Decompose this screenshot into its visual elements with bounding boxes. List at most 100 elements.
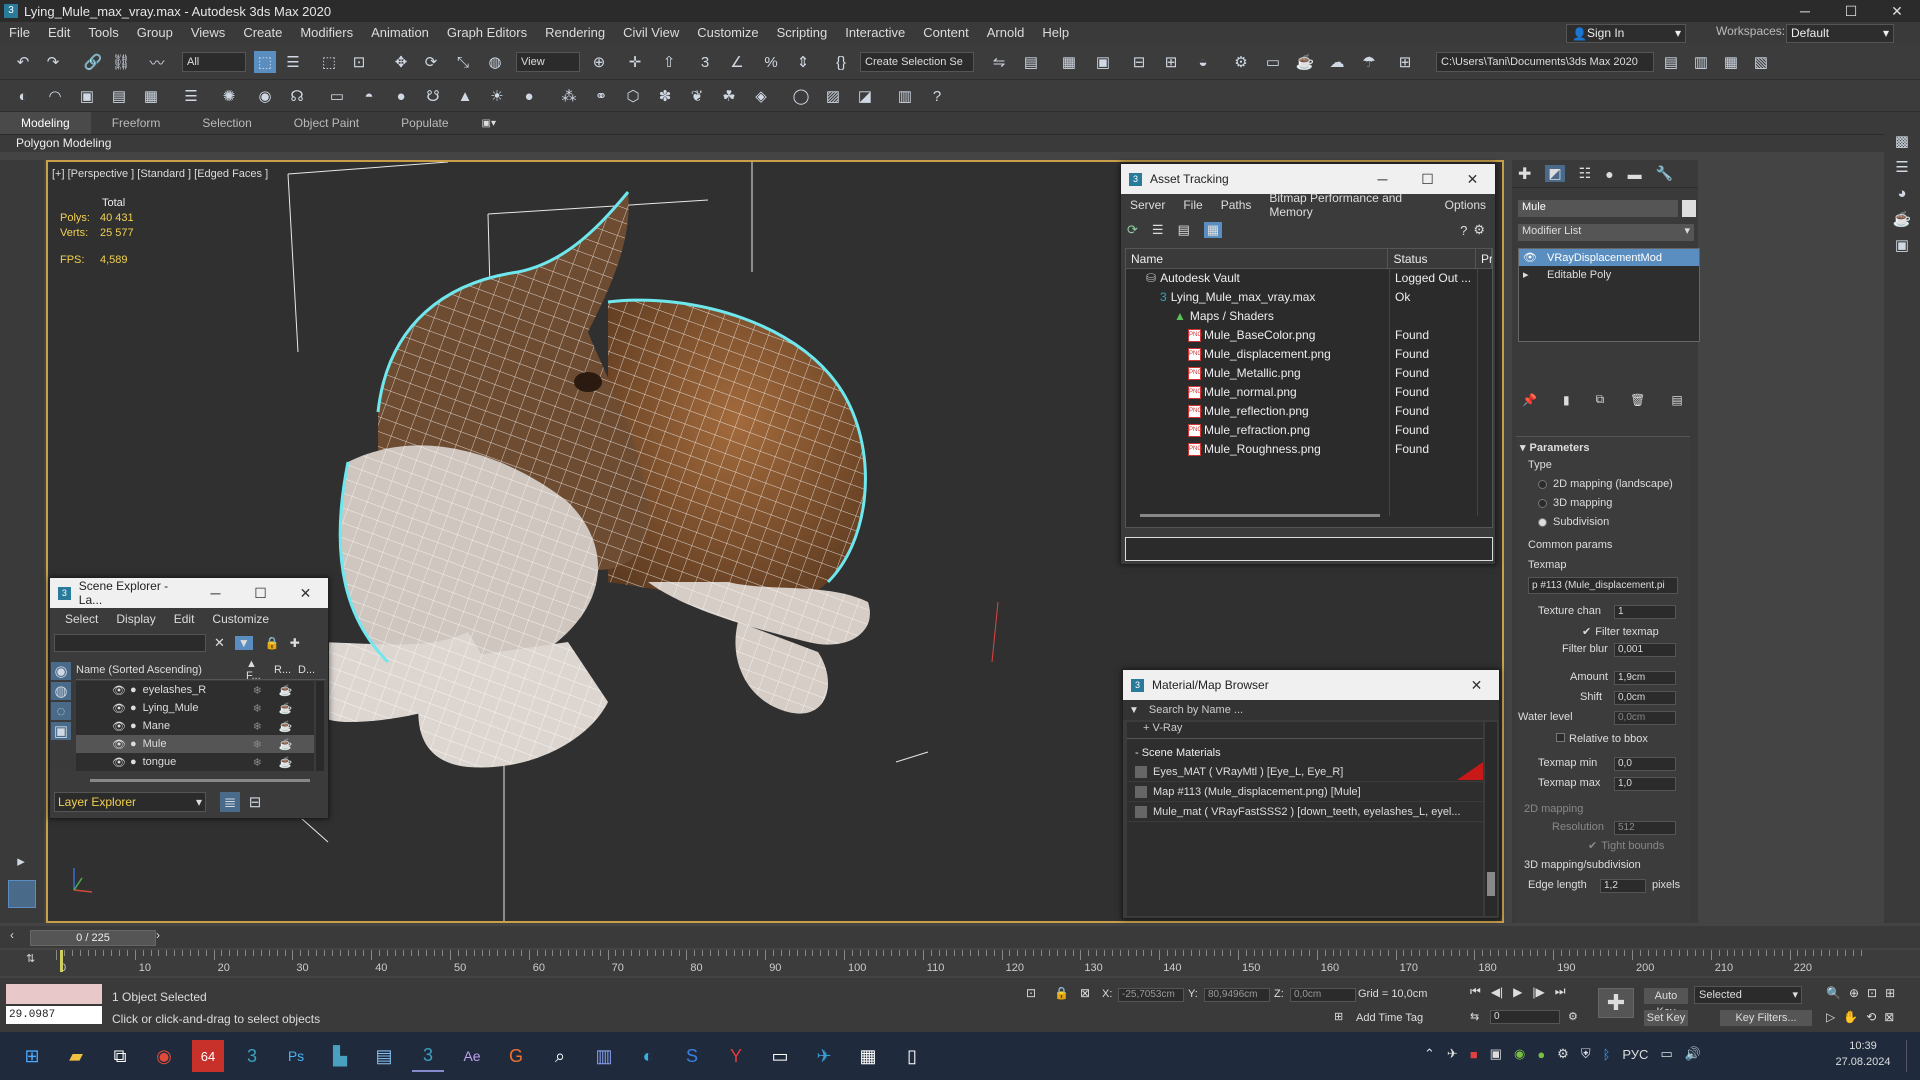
auto-key-button[interactable]: Auto Key — [1644, 988, 1688, 1018]
select-by-name-icon[interactable]: ☰ — [282, 51, 304, 73]
keyboard-shortcut-icon[interactable]: ⇧ — [658, 51, 680, 73]
modifier-stack-item[interactable]: ▸ Editable Poly — [1519, 266, 1699, 283]
freeze-icon[interactable]: ❄ — [253, 684, 279, 697]
vray-ambient-icon[interactable]: ● — [518, 85, 540, 107]
menu-interactive[interactable]: Interactive — [836, 22, 914, 44]
prev-frame-icon[interactable]: ‹ — [10, 928, 14, 942]
create-project-icon[interactable]: ▧ — [1750, 51, 1772, 73]
ribbon-tab-selection[interactable]: Selection — [181, 116, 272, 130]
visibility-eye-icon[interactable]: 👁 — [1523, 251, 1547, 264]
rendered-frame-window-icon[interactable]: ▭ — [1262, 51, 1284, 73]
render-iterative-icon[interactable]: ☁ — [1326, 51, 1348, 73]
vray-settings-icon[interactable]: ▤ — [108, 85, 130, 107]
water-level-spinner[interactable]: 0,0cm — [1614, 711, 1676, 725]
scene-materials-group[interactable]: - Scene Materials — [1127, 744, 1483, 762]
vray-lister-icon[interactable]: ☰ — [180, 85, 202, 107]
pin-stack-icon[interactable]: 📌 — [1522, 393, 1537, 407]
menu-views[interactable]: Views — [182, 22, 234, 44]
vray-proxy-icon[interactable]: ⁂ — [558, 85, 580, 107]
render-icon[interactable]: ▣ — [1891, 234, 1913, 256]
visibility-eye-icon[interactable]: 👁 — [112, 702, 126, 715]
scale-icon[interactable]: ⤡ — [452, 51, 474, 73]
menu-animation[interactable]: Animation — [362, 22, 438, 44]
render-teapot-icon[interactable]: ☕ — [279, 738, 293, 751]
chevron-down-icon[interactable]: ▼ — [1129, 705, 1139, 716]
asset-row[interactable]: PNG Mule_displacement.png Found — [1126, 345, 1492, 364]
resolution-spinner[interactable]: 512 — [1614, 821, 1676, 835]
task-view-icon[interactable]: ⧉ — [104, 1040, 136, 1072]
bluetooth-icon[interactable]: ᛒ — [1603, 1047, 1611, 1062]
next-key-icon[interactable]: |▶ — [1532, 985, 1544, 999]
utilities-tab-icon[interactable]: 🔧 — [1656, 165, 1673, 182]
filter-blur-spinner[interactable]: 0,001 — [1614, 643, 1676, 657]
modifier-stack-item[interactable]: 👁 VRayDisplacementMod — [1519, 249, 1699, 266]
close-button[interactable]: ✕ — [283, 585, 328, 602]
list-icon[interactable]: ☰ — [1152, 222, 1164, 238]
menu-file[interactable]: File — [0, 22, 39, 44]
undo-icon[interactable]: ↶ — [12, 51, 34, 73]
texture-chan-spinner[interactable]: 1 — [1614, 605, 1676, 619]
filter-texmap-checkbox[interactable]: ✔ Filter texmap — [1582, 625, 1659, 638]
menu-create[interactable]: Create — [234, 22, 291, 44]
orbit-icon[interactable]: ⟲ — [1866, 1010, 1876, 1024]
yandex-icon[interactable]: Y — [720, 1040, 752, 1072]
scene-vertical-scrollbar[interactable] — [316, 681, 324, 771]
freeze-icon[interactable]: ❄ — [253, 756, 279, 769]
clear-search-icon[interactable]: ✕ — [214, 635, 225, 651]
maximize-button[interactable]: ☐ — [1405, 171, 1450, 188]
lock-icon[interactable]: 🔒 — [265, 636, 280, 650]
close-button[interactable]: ✕ — [1874, 0, 1920, 22]
reference-coordinate-dropdown[interactable]: View — [516, 52, 580, 72]
minimize-button[interactable]: ─ — [1360, 171, 1405, 188]
key-filters-button[interactable]: Key Filters... — [1720, 1010, 1812, 1026]
menu-help[interactable]: Help — [1033, 22, 1078, 44]
scene-object-row[interactable]: 👁 ● Mule ❄ ☕ — [76, 735, 314, 753]
close-button[interactable]: ✕ — [1454, 677, 1499, 694]
vray-frame-buffer-icon[interactable]: ▣ — [76, 85, 98, 107]
maximize-button[interactable]: ☐ — [238, 585, 283, 602]
zoom-extents-all-icon[interactable]: ⊞ — [1885, 986, 1895, 1000]
checker-icon[interactable]: ▩ — [1891, 130, 1913, 152]
modify-tab-icon[interactable]: ◩ — [1545, 165, 1565, 182]
ribbon-toggle-icon[interactable]: ▣ — [1092, 51, 1114, 73]
vray-spot-icon[interactable]: ▲ — [454, 85, 476, 107]
help-icon[interactable]: ? — [1460, 223, 1467, 238]
vray-scatter-icon[interactable]: ☘ — [718, 85, 740, 107]
project-folder-icon[interactable]: ▤ — [1660, 51, 1682, 73]
show-end-result-icon[interactable]: ▮ — [1563, 393, 1570, 407]
asset-menu-0[interactable]: Server — [1121, 198, 1174, 212]
pivot-center-icon[interactable]: ⊕ — [588, 51, 610, 73]
select-manipulate-icon[interactable]: ✛ — [624, 51, 646, 73]
asset-row[interactable]: PNG Mule_reflection.png Found — [1126, 402, 1492, 421]
align-icon[interactable]: ▤ — [1020, 51, 1042, 73]
asset-row[interactable]: PNG Mule_Roughness.png Found — [1126, 440, 1492, 459]
scene-search-input[interactable] — [54, 634, 206, 652]
tray-record-icon[interactable]: ■ — [1470, 1047, 1478, 1062]
app-64-icon[interactable]: 64 — [192, 1040, 224, 1072]
language-indicator[interactable]: РУС — [1622, 1047, 1648, 1062]
time-slider-thumb[interactable]: 0 / 225 — [30, 930, 156, 946]
maxscript-output[interactable]: 29.0987 — [6, 1006, 102, 1024]
minimize-button[interactable]: ─ — [1782, 0, 1828, 22]
telegram-icon[interactable]: ✈ — [808, 1040, 840, 1072]
asset-menu-4[interactable]: Options — [1436, 198, 1495, 212]
scene-horizontal-scrollbar[interactable] — [90, 779, 310, 782]
scene-object-row[interactable]: 👁 ● Mane ❄ ☕ — [76, 717, 314, 735]
menu-group[interactable]: Group — [128, 22, 182, 44]
tray-image-icon[interactable]: ▣ — [1490, 1046, 1502, 1062]
time-tag-icon[interactable]: ⊞ — [1334, 1010, 1343, 1023]
scene-menu-display[interactable]: Display — [107, 612, 164, 626]
file-explorer-icon[interactable]: ▰ — [60, 1040, 92, 1072]
vray-sun-icon[interactable]: ◉ — [254, 85, 276, 107]
menu-edit[interactable]: Edit — [39, 22, 79, 44]
window-crossing-icon[interactable]: ⊡ — [348, 51, 370, 73]
help-icon[interactable]: ? — [926, 85, 948, 107]
go-to-start-icon[interactable]: ⏮ — [1470, 984, 1481, 999]
calculator-icon[interactable]: ▦ — [852, 1040, 884, 1072]
type-2d-radio[interactable]: 2D mapping (landscape) — [1538, 478, 1673, 490]
play-arrow-icon[interactable]: ▸ — [10, 850, 32, 872]
z-coordinate-field[interactable]: 0,0cm — [1290, 988, 1356, 1002]
edge-length-spinner[interactable]: 1,2 — [1600, 879, 1646, 893]
tray-nvidia-icon[interactable]: ◉ — [1514, 1046, 1525, 1062]
col-status[interactable]: Status — [1388, 249, 1476, 268]
